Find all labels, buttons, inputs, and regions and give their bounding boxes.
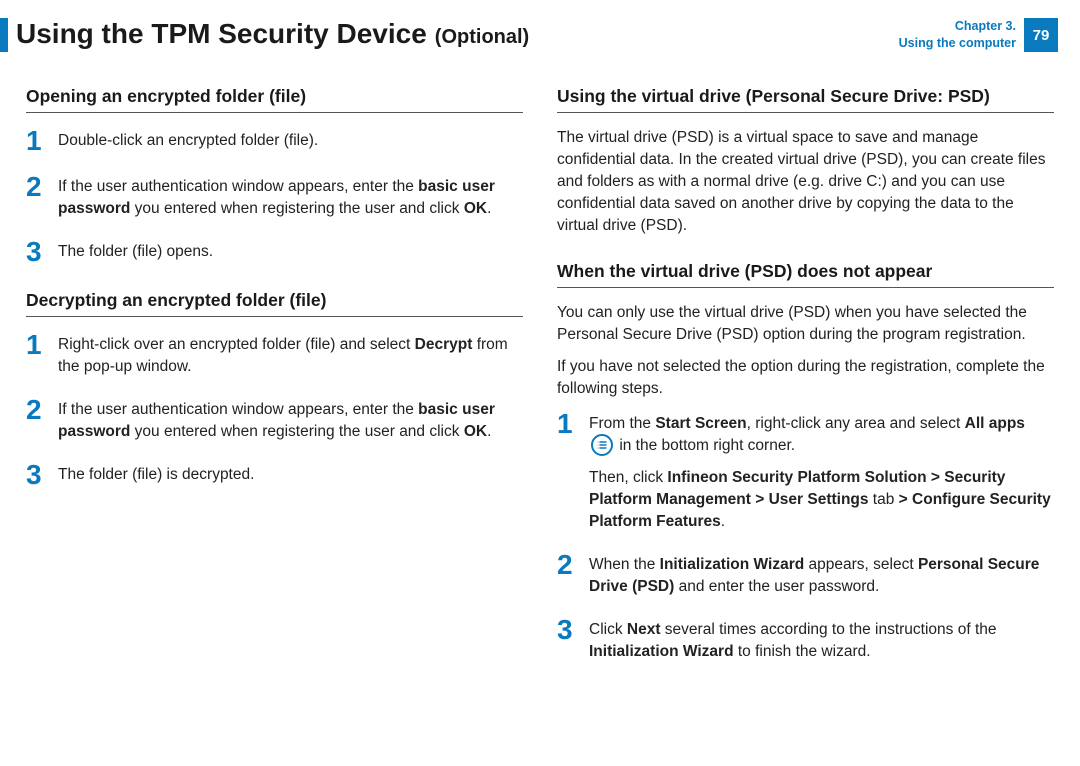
step-text: When the Initialization Wizard appears, … xyxy=(589,554,1054,598)
step-number: 3 xyxy=(26,461,46,489)
step-body: The folder (file) opens. xyxy=(58,238,213,263)
step-text: The folder (file) is decrypted. xyxy=(58,464,254,486)
all-apps-icon xyxy=(591,434,613,456)
left-column: Opening an encrypted folder (file) 1 Dou… xyxy=(26,78,523,681)
step-number: 2 xyxy=(26,396,46,424)
page-title: Using the TPM Security Device xyxy=(16,18,427,50)
title-bar: Using the TPM Security Device (Optional) xyxy=(16,18,529,50)
body-text: If you have not selected the option duri… xyxy=(557,356,1054,400)
chapter-line2: Using the computer xyxy=(899,35,1016,52)
chapter-info: Chapter 3. Using the computer xyxy=(899,18,1016,52)
step-body: When the Initialization Wizard appears, … xyxy=(589,551,1054,598)
chapter-line1: Chapter 3. xyxy=(899,18,1016,35)
step-text: If the user authentication window appear… xyxy=(58,399,523,443)
page-header: Using the TPM Security Device (Optional)… xyxy=(0,0,1080,60)
section-heading-opening: Opening an encrypted folder (file) xyxy=(26,86,523,113)
step-item: 3 Click Next several times according to … xyxy=(557,616,1054,663)
step-item: 3 The folder (file) opens. xyxy=(26,238,523,266)
content-columns: Opening an encrypted folder (file) 1 Dou… xyxy=(0,60,1080,681)
step-body: Click Next several times according to th… xyxy=(589,616,1054,663)
step-text: Then, click Infineon Security Platform S… xyxy=(589,467,1054,533)
body-text: The virtual drive (PSD) is a virtual spa… xyxy=(557,127,1054,237)
step-item: 1 Double-click an encrypted folder (file… xyxy=(26,127,523,155)
step-item: 2 If the user authentication window appe… xyxy=(26,396,523,443)
step-number: 2 xyxy=(26,173,46,201)
step-item: 2 If the user authentication window appe… xyxy=(26,173,523,220)
step-number: 1 xyxy=(26,331,46,359)
section-heading-psd: Using the virtual drive (Personal Secure… xyxy=(557,86,1054,113)
right-column: Using the virtual drive (Personal Secure… xyxy=(557,78,1054,681)
page-title-optional: (Optional) xyxy=(435,26,529,49)
body-text: You can only use the virtual drive (PSD)… xyxy=(557,302,1054,346)
page-number: 79 xyxy=(1024,18,1058,52)
step-number: 1 xyxy=(557,410,577,438)
step-number: 3 xyxy=(26,238,46,266)
step-number: 2 xyxy=(557,551,577,579)
step-text: Click Next several times according to th… xyxy=(589,619,1054,663)
step-text: Right-click over an encrypted folder (fi… xyxy=(58,334,523,378)
step-body: From the Start Screen, right-click any a… xyxy=(589,410,1054,533)
step-text: If the user authentication window appear… xyxy=(58,176,523,220)
step-body: Right-click over an encrypted folder (fi… xyxy=(58,331,523,378)
header-right: Chapter 3. Using the computer 79 xyxy=(899,18,1058,52)
step-number: 3 xyxy=(557,616,577,644)
section-heading-decrypting: Decrypting an encrypted folder (file) xyxy=(26,290,523,317)
step-text: Double-click an encrypted folder (file). xyxy=(58,130,318,152)
step-body: The folder (file) is decrypted. xyxy=(58,461,254,486)
step-item: 1 From the Start Screen, right-click any… xyxy=(557,410,1054,533)
step-item: 2 When the Initialization Wizard appears… xyxy=(557,551,1054,598)
step-text: From the Start Screen, right-click any a… xyxy=(589,413,1054,457)
section-heading-psd-missing: When the virtual drive (PSD) does not ap… xyxy=(557,261,1054,288)
step-item: 3 The folder (file) is decrypted. xyxy=(26,461,523,489)
step-item: 1 Right-click over an encrypted folder (… xyxy=(26,331,523,378)
step-body: If the user authentication window appear… xyxy=(58,396,523,443)
step-text: The folder (file) opens. xyxy=(58,241,213,263)
step-number: 1 xyxy=(26,127,46,155)
step-body: If the user authentication window appear… xyxy=(58,173,523,220)
accent-bar xyxy=(0,18,8,52)
step-body: Double-click an encrypted folder (file). xyxy=(58,127,318,152)
